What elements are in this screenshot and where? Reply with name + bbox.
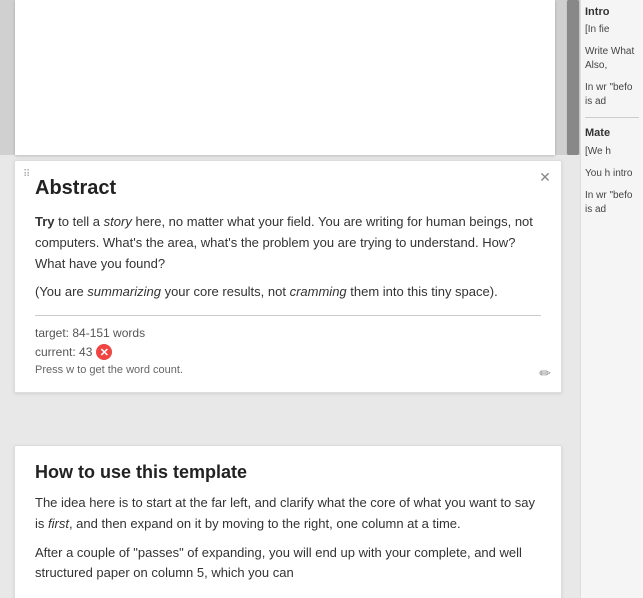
intro-extra-text: In wr "befo is ad (585, 81, 639, 109)
target-count: target: 84-151 words (35, 326, 541, 340)
doc-top-area (0, 0, 580, 155)
left-panel: ⠿ ✕ Abstract Try to tell a story here, n… (0, 0, 580, 598)
scrollbar-thumb[interactable] (567, 0, 579, 155)
intro-section-title: Intro (585, 5, 639, 19)
howto-card: How to use this template The idea here i… (14, 445, 562, 598)
first-italic: first (48, 516, 69, 531)
abstract-title: Abstract (35, 177, 541, 200)
document-page-top (15, 0, 555, 155)
error-icon: ✕ (96, 344, 112, 360)
drag-handle-icon[interactable]: ⠿ (23, 169, 37, 183)
intro-body-text: Write What Also, (585, 45, 639, 73)
hint-text: Press w to get the word count. (35, 364, 541, 376)
story-italic: story (104, 214, 132, 229)
right-panel: Intro [In fie Write What Also, In wr "be… (580, 0, 643, 598)
card-divider (35, 315, 541, 316)
current-count-text: current: 43 (35, 345, 92, 359)
howto-paragraph-1: The idea here is to start at the far lef… (35, 493, 541, 535)
abstract-paragraph-2: (You are summarizing your core results, … (35, 282, 541, 303)
abstract-paragraph-1: Try to tell a story here, no matter what… (35, 212, 541, 274)
intro-bracket-text: [In fie (585, 23, 639, 37)
main-container: ⠿ ✕ Abstract Try to tell a story here, n… (0, 0, 643, 598)
current-count-row: current: 43 ✕ (35, 344, 541, 360)
cramming-italic: cramming (290, 284, 347, 299)
scrollbar-track[interactable] (566, 0, 580, 155)
try-bold: Try (35, 214, 55, 229)
materials-extra-text: In wr "befo is ad (585, 189, 639, 217)
materials-body-text: You h intro (585, 167, 639, 181)
abstract-close-button[interactable]: ✕ (537, 169, 553, 185)
edit-icon[interactable]: ✏ (539, 365, 551, 382)
abstract-card: ⠿ ✕ Abstract Try to tell a story here, n… (14, 160, 562, 393)
howto-paragraph-2: After a couple of "passes" of expanding,… (35, 543, 541, 585)
summarizing-italic: summarizing (87, 284, 161, 299)
howto-title: How to use this template (35, 462, 541, 483)
materials-bracket-text: [We h (585, 145, 639, 159)
materials-section-title: Mate (585, 126, 639, 140)
right-divider (585, 117, 639, 118)
